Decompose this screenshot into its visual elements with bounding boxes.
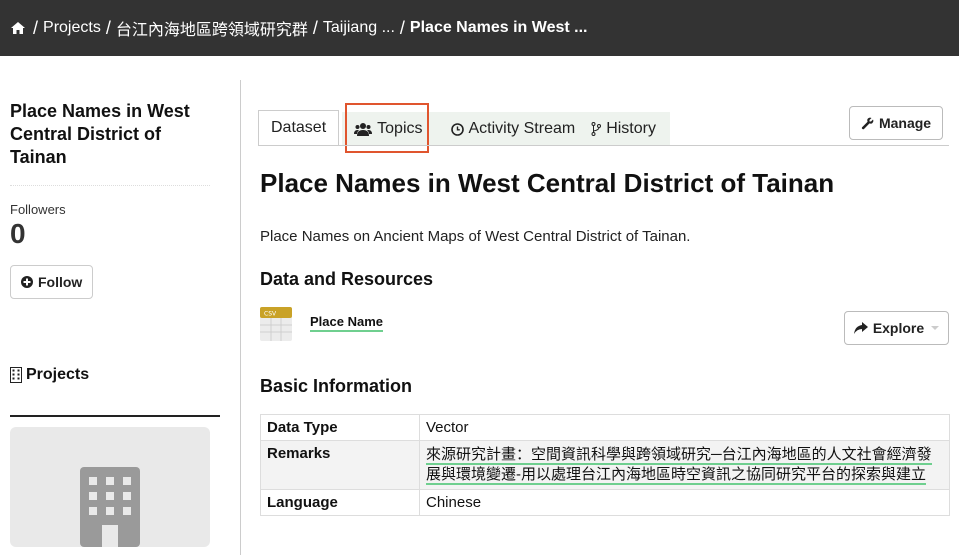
breadcrumb: / Projects / 台江內海地區跨領域研究群 / Taijiang ...… [0,0,959,56]
tab-dataset-label: Dataset [271,119,327,136]
basic-info-table: Data Type Vector Remarks 來源研究計畫：空間資訊科學與跨… [260,414,950,516]
share-icon [853,322,868,334]
followers-label: Followers [10,202,66,217]
table-row: Data Type Vector [260,414,950,441]
tab-history[interactable]: History [583,112,670,146]
csv-file-icon: CSV [260,307,292,341]
follow-button[interactable]: Follow [10,265,94,299]
table-key: Language [260,489,420,516]
followers-count: 0 [10,218,26,249]
table-value: 來源研究計畫：空間資訊科學與跨領域研究─台江內海地區的人文社會經濟發展與環境變遷… [419,440,950,490]
remarks-link[interactable]: 來源研究計畫：空間資訊科學與跨領域研究─台江內海地區的人文社會經濟發展與環境變遷… [426,446,932,485]
resources-heading: Data and Resources [260,269,434,289]
manage-button[interactable]: Manage [849,106,943,140]
table-key: Data Type [260,414,420,441]
project-thumbnail[interactable] [10,427,210,547]
dataset-description: Place Names on Ancient Maps of West Cent… [260,228,691,245]
breadcrumb-separator: / [105,17,111,38]
breadcrumb-separator: / [312,17,318,38]
table-row: Remarks 來源研究計畫：空間資訊科學與跨領域研究─台江內海地區的人文社會經… [260,440,950,490]
sidebar: Place Names in West Central District of … [10,100,210,299]
breadcrumb-projects[interactable]: Projects [43,19,101,37]
follow-label: Follow [38,274,83,290]
table-key: Remarks [260,440,420,490]
projects-heading: Projects [10,366,89,384]
dataset-tabs: Dataset Topics Activity Stream History [258,110,670,146]
branch-icon [591,122,602,136]
tab-activity-label: Activity Stream [468,120,576,137]
explore-label: Explore [872,320,925,336]
explore-button[interactable]: Explore [844,311,949,345]
basic-info-heading: Basic Information [260,376,413,396]
breadcrumb-organization[interactable]: 台江內海地區跨領域研究群 [116,16,308,40]
building-icon [10,367,22,383]
divider [10,415,220,417]
wrench-icon [861,117,874,129]
building-icon [80,467,140,547]
resource-link[interactable]: Place Name [310,314,383,332]
page-title: Place Names in West Central District of … [260,168,835,198]
table-value: Chinese [419,489,950,516]
clock-icon [450,122,464,136]
projects-heading-label: Projects [26,366,90,383]
table-value: Vector [426,419,469,436]
plus-circle-icon [21,276,33,288]
breadcrumb-separator: / [399,17,405,38]
tab-dataset[interactable]: Dataset [258,110,340,146]
tab-history-label: History [606,120,656,137]
home-icon[interactable] [10,21,26,35]
caret-down-icon [931,326,940,330]
breadcrumb-current[interactable]: Place Names in West ... [410,19,588,37]
svg-text:CSV: CSV [264,311,277,318]
sidebar-dataset-title: Place Names in West Central District of … [10,101,190,167]
breadcrumb-group[interactable]: Taijiang ... [323,19,395,37]
manage-label: Manage [878,115,932,131]
column-divider [240,80,241,555]
tab-activity-stream[interactable]: Activity Stream [443,112,584,146]
table-row: Language Chinese [260,489,950,516]
divider [10,185,210,186]
breadcrumb-separator: / [33,17,39,38]
divider [258,145,949,146]
